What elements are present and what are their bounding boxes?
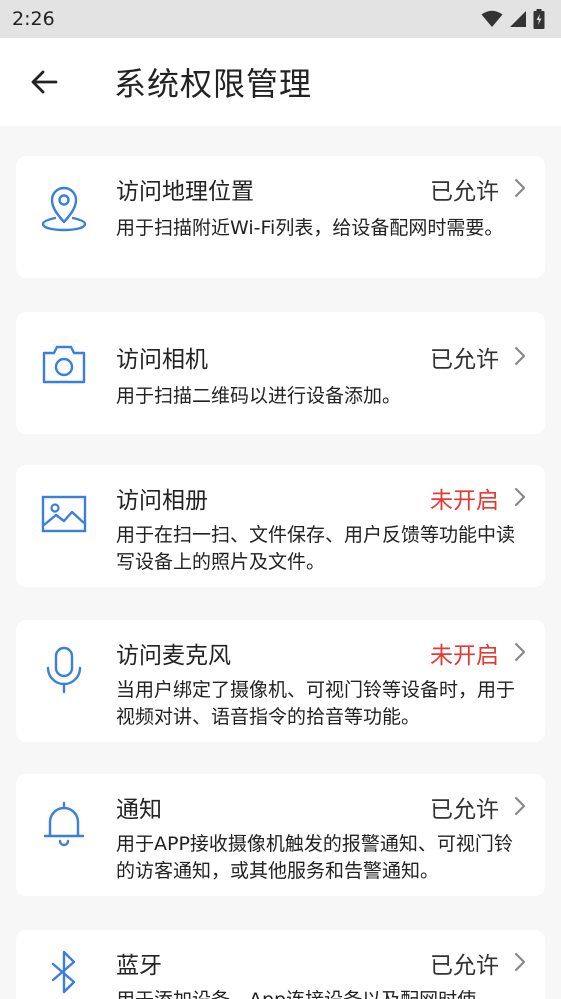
wifi-icon [481, 10, 503, 27]
permission-status: 未开启 [430, 488, 499, 514]
permission-card-microphone[interactable]: 访问麦克风 未开启 当用户绑定了摄像机、可视门铃等设备时，用于视频对讲、语音指令… [16, 620, 545, 742]
permission-title: 访问相机 [116, 347, 208, 373]
permission-card-album[interactable]: 访问相册 未开启 用于在扫一扫、文件保存、用户反馈等功能中读写设备上的照片及文件… [16, 465, 545, 587]
location-pin-icon [38, 182, 90, 234]
permission-title: 访问地理位置 [116, 179, 254, 205]
permission-description: 用于添加设备，App连接设备以及配网时使 [116, 987, 531, 999]
bluetooth-icon [38, 948, 90, 999]
permission-status: 已允许 [430, 179, 499, 205]
page-title: 系统权限管理 [114, 65, 313, 103]
status-icons [481, 9, 545, 29]
permission-status: 未开启 [430, 643, 499, 669]
microphone-icon [38, 644, 90, 696]
permission-title: 蓝牙 [116, 953, 162, 979]
permission-title: 访问麦克风 [116, 643, 231, 669]
permission-description: 当用户绑定了摄像机、可视门铃等设备时，用于视频对讲、语音指令的拾音等功能。 [116, 679, 516, 728]
permission-description: 用于扫描二维码以进行设备添加。 [116, 385, 402, 407]
permission-description: 用于在扫一扫、文件保存、用户反馈等功能中读写设备上的照片及文件。 [116, 524, 516, 573]
image-icon [38, 489, 90, 541]
chevron-right-icon [514, 346, 526, 366]
chevron-right-icon [514, 796, 526, 816]
chevron-right-icon [514, 178, 526, 198]
signal-icon [510, 11, 526, 27]
status-bar: 2:26 [0, 0, 561, 38]
permission-status: 已允许 [430, 953, 499, 979]
permission-card-bluetooth[interactable]: 蓝牙 已允许 用于添加设备，App连接设备以及配网时使 [16, 930, 545, 999]
bell-icon [38, 798, 90, 850]
permission-title: 访问相册 [116, 488, 208, 514]
app-bar: 系统权限管理 [0, 38, 561, 126]
permission-status: 已允许 [430, 347, 499, 373]
permission-card-notification[interactable]: 通知 已允许 用于APP接收摄像机触发的报警通知、可视门铃的访客通知，或其他服务… [16, 774, 545, 896]
permission-title: 通知 [116, 797, 162, 823]
permission-card-camera[interactable]: 访问相机 已允许 用于扫描二维码以进行设备添加。 [16, 312, 545, 434]
camera-icon [38, 338, 90, 390]
status-time: 2:26 [12, 8, 55, 30]
permission-description: 用于扫描附近Wi-Fi列表，给设备配网时需要。 [116, 217, 504, 239]
chevron-right-icon [514, 952, 526, 972]
battery-icon [533, 9, 545, 29]
chevron-right-icon [514, 487, 526, 507]
permission-status: 已允许 [430, 797, 499, 823]
permission-description: 用于APP接收摄像机触发的报警通知、可视门铃的访客通知，或其他服务和告警通知。 [116, 833, 513, 882]
permission-card-location[interactable]: 访问地理位置 已允许 用于扫描附近Wi-Fi列表，给设备配网时需要。 [16, 156, 545, 278]
chevron-right-icon [514, 642, 526, 662]
arrow-left-icon [31, 70, 58, 94]
back-button[interactable] [0, 38, 88, 126]
